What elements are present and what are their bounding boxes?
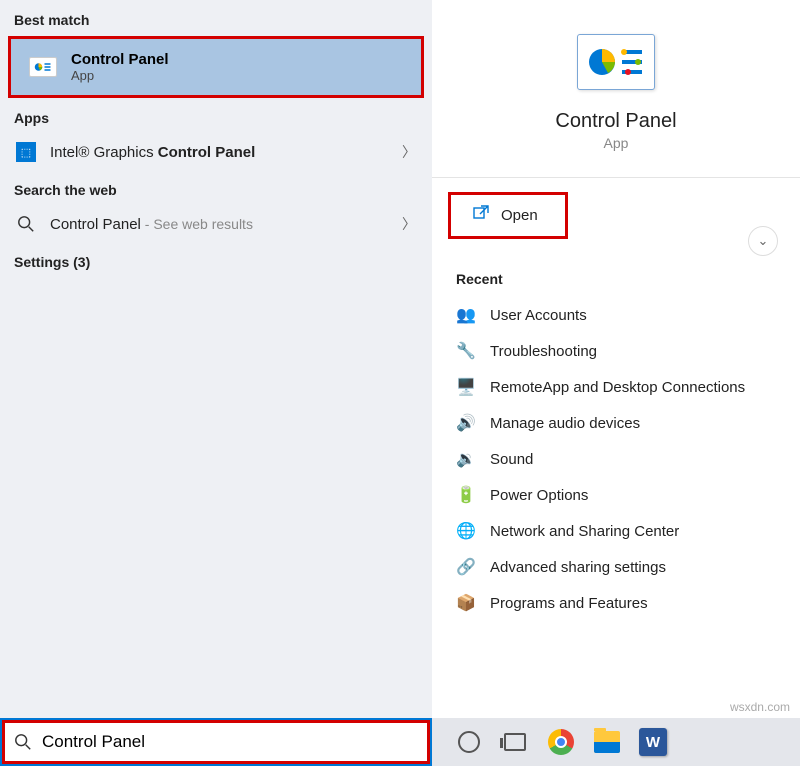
- apps-header: Apps: [0, 98, 432, 134]
- web-result[interactable]: Control Panel - See web results 〉: [0, 206, 432, 242]
- search-icon: [16, 214, 36, 234]
- recent-item[interactable]: 🔉Sound: [432, 441, 800, 477]
- best-match-result[interactable]: Control Panel App: [8, 36, 424, 98]
- recent-item[interactable]: 📦Programs and Features: [432, 585, 800, 621]
- app-label: Intel® Graphics Control Panel: [50, 144, 255, 161]
- detail-panel: Control Panel App Open ⌄ Recent 👥User Ac…: [432, 0, 800, 718]
- users-icon: 👥: [456, 305, 476, 325]
- settings-header[interactable]: Settings (3): [0, 242, 432, 278]
- web-header: Search the web: [0, 170, 432, 206]
- open-label: Open: [501, 207, 538, 224]
- recent-item[interactable]: 🖥️RemoteApp and Desktop Connections: [432, 369, 800, 405]
- watermark: wsxdn.com: [730, 700, 790, 714]
- open-action[interactable]: Open: [448, 192, 568, 239]
- recent-item[interactable]: 🔧Troubleshooting: [432, 333, 800, 369]
- task-view-icon[interactable]: [496, 723, 534, 761]
- recent-list: 👥User Accounts 🔧Troubleshooting 🖥️Remote…: [432, 297, 800, 621]
- control-panel-icon-large: [577, 34, 655, 90]
- search-icon: [14, 733, 32, 751]
- search-input[interactable]: [42, 732, 418, 752]
- expand-button[interactable]: ⌄: [748, 226, 778, 256]
- network-icon: 🌐: [456, 521, 476, 541]
- battery-icon: 🔋: [456, 485, 476, 505]
- file-explorer-icon[interactable]: [588, 723, 626, 761]
- speaker-icon: 🔊: [456, 413, 476, 433]
- sharing-icon: 🔗: [456, 557, 476, 577]
- remote-icon: 🖥️: [456, 377, 476, 397]
- recent-item[interactable]: 🔊Manage audio devices: [432, 405, 800, 441]
- cortana-icon[interactable]: [450, 723, 488, 761]
- taskbar-search-box[interactable]: [0, 718, 432, 766]
- taskbar: W: [0, 718, 800, 766]
- open-icon: [473, 205, 489, 226]
- chrome-icon[interactable]: [542, 723, 580, 761]
- chevron-right-icon[interactable]: 〉: [402, 214, 416, 234]
- control-panel-icon: [29, 57, 57, 77]
- recent-item[interactable]: 🌐Network and Sharing Center: [432, 513, 800, 549]
- intel-icon: ⬚: [16, 142, 36, 162]
- detail-subtitle: App: [604, 135, 629, 151]
- detail-title: Control Panel: [555, 110, 676, 133]
- recent-item[interactable]: 👥User Accounts: [432, 297, 800, 333]
- app-result-intel[interactable]: ⬚ Intel® Graphics Control Panel 〉: [0, 134, 432, 170]
- sound-icon: 🔉: [456, 449, 476, 469]
- recent-header: Recent: [432, 253, 800, 297]
- best-match-header: Best match: [0, 0, 432, 36]
- search-results-panel: Best match Control Panel App Apps ⬚ Inte…: [0, 0, 432, 718]
- programs-icon: 📦: [456, 593, 476, 613]
- chevron-right-icon[interactable]: 〉: [402, 142, 416, 162]
- recent-item[interactable]: 🔋Power Options: [432, 477, 800, 513]
- recent-item[interactable]: 🔗Advanced sharing settings: [432, 549, 800, 585]
- best-match-title: Control Panel: [71, 51, 169, 68]
- wrench-icon: 🔧: [456, 341, 476, 361]
- best-match-subtitle: App: [71, 68, 169, 83]
- web-label: Control Panel - See web results: [50, 216, 253, 233]
- word-icon[interactable]: W: [634, 723, 672, 761]
